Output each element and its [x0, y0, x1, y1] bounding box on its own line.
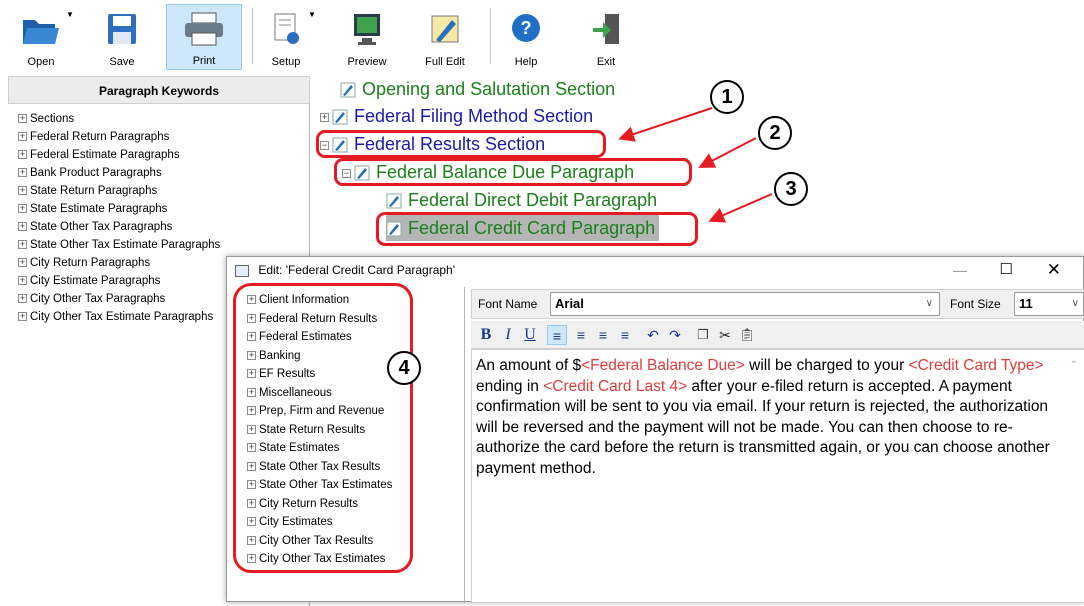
cut-icon[interactable]: ✂ — [715, 325, 735, 345]
font-size-label: Font Size — [950, 297, 1001, 311]
chevron-down-icon: ∨ — [1071, 298, 1079, 309]
editor-text: will be charged to your — [744, 357, 909, 374]
editor-text: ending in — [476, 377, 544, 395]
redo-icon[interactable]: ↷ — [665, 325, 685, 345]
highlight-field-categories — [233, 283, 413, 573]
font-name-value: Arial — [555, 296, 584, 311]
paste-icon[interactable]: 📋︎ — [737, 325, 757, 345]
paragraph-editor[interactable]: An amount of $<Federal Balance Due> will… — [471, 349, 1084, 603]
field-categories-panel: + Client Information + Federal Return Resu… — [233, 283, 465, 603]
scroll-up-icon[interactable]: ⌃ — [1070, 356, 1078, 377]
underline-button[interactable]: U — [521, 325, 539, 345]
callout-3: 3 — [774, 172, 808, 206]
keyword-field: <Credit Card Type> — [908, 357, 1044, 374]
editor-text: An amount of $ — [476, 357, 582, 374]
align-left-button[interactable]: ≡ — [547, 325, 567, 345]
keyword-field: <Credit Card Last 4> — [543, 377, 688, 395]
maximize-button[interactable]: ☐ — [1000, 257, 1013, 283]
close-button[interactable]: ✕ — [1047, 257, 1061, 283]
dialog-title: Edit: 'Federal Credit Card Paragraph' — [258, 263, 456, 277]
edit-dialog: Edit: 'Federal Credit Card Paragraph' — … — [226, 256, 1084, 603]
font-name-label: Font Name — [478, 297, 538, 311]
dialog-titlebar: Edit: 'Federal Credit Card Paragraph' — … — [227, 257, 1083, 283]
font-name-select[interactable]: Arial ∨ — [550, 292, 940, 316]
callout-2: 2 — [758, 116, 792, 150]
copy-icon[interactable]: ❐ — [693, 325, 713, 345]
format-toolbar: B I U ≡ ≡ ≡ ≡ ↶ ↷ ❐ ✂ 📋︎ — [471, 321, 1084, 349]
callout-1: 1 — [710, 80, 744, 114]
align-right-button[interactable]: ≡ — [593, 325, 613, 345]
justify-button[interactable]: ≡ — [615, 325, 635, 345]
italic-button[interactable]: I — [499, 325, 517, 345]
font-size-value: 11 — [1019, 296, 1033, 311]
keyword-field: <Federal Balance Due> — [581, 357, 745, 374]
font-toolbar: Font Name Arial ∨ Font Size 11 ∨ — [471, 289, 1084, 319]
align-center-button[interactable]: ≡ — [571, 325, 591, 345]
window-icon — [235, 264, 249, 277]
chevron-down-icon: ∨ — [925, 298, 933, 309]
minimize-button[interactable]: — — [953, 257, 967, 283]
font-size-select[interactable]: 11 ∨ — [1014, 292, 1084, 316]
undo-icon[interactable]: ↶ — [643, 325, 663, 345]
bold-button[interactable]: B — [477, 325, 495, 345]
callout-4: 4 — [387, 351, 421, 385]
